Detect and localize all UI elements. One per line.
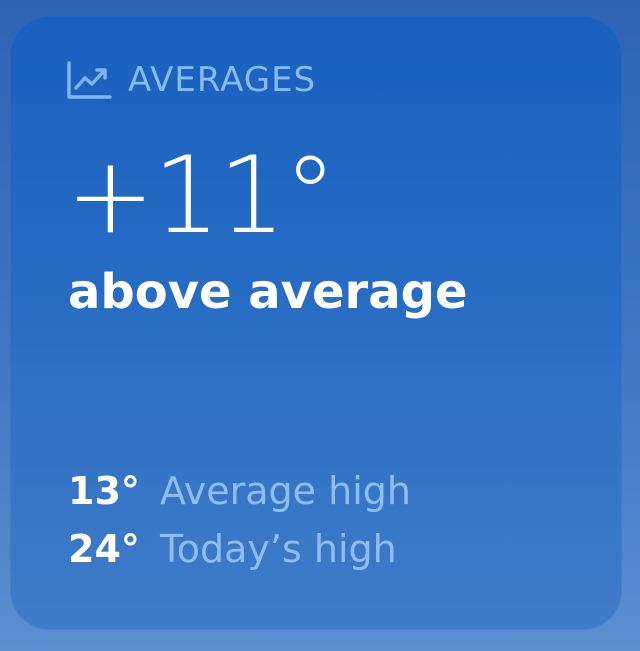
average-high-value: 13°: [68, 469, 140, 513]
todays-high-row: 24° Today’s high: [68, 526, 397, 572]
average-high-label: Average high: [160, 469, 411, 513]
difference-label: above average: [68, 264, 468, 320]
todays-high-label: Today’s high: [160, 527, 397, 571]
averages-widget-card[interactable]: AVERAGES +11° above average 13° Average …: [10, 16, 622, 630]
todays-high-value: 24°: [68, 527, 140, 571]
section-title: AVERAGES: [128, 60, 317, 100]
average-high-row: 13° Average high: [68, 468, 411, 514]
temperature-difference: +11°: [66, 134, 337, 257]
trend-chart-icon: [67, 61, 112, 99]
averages-header: AVERAGES: [66, 60, 316, 100]
